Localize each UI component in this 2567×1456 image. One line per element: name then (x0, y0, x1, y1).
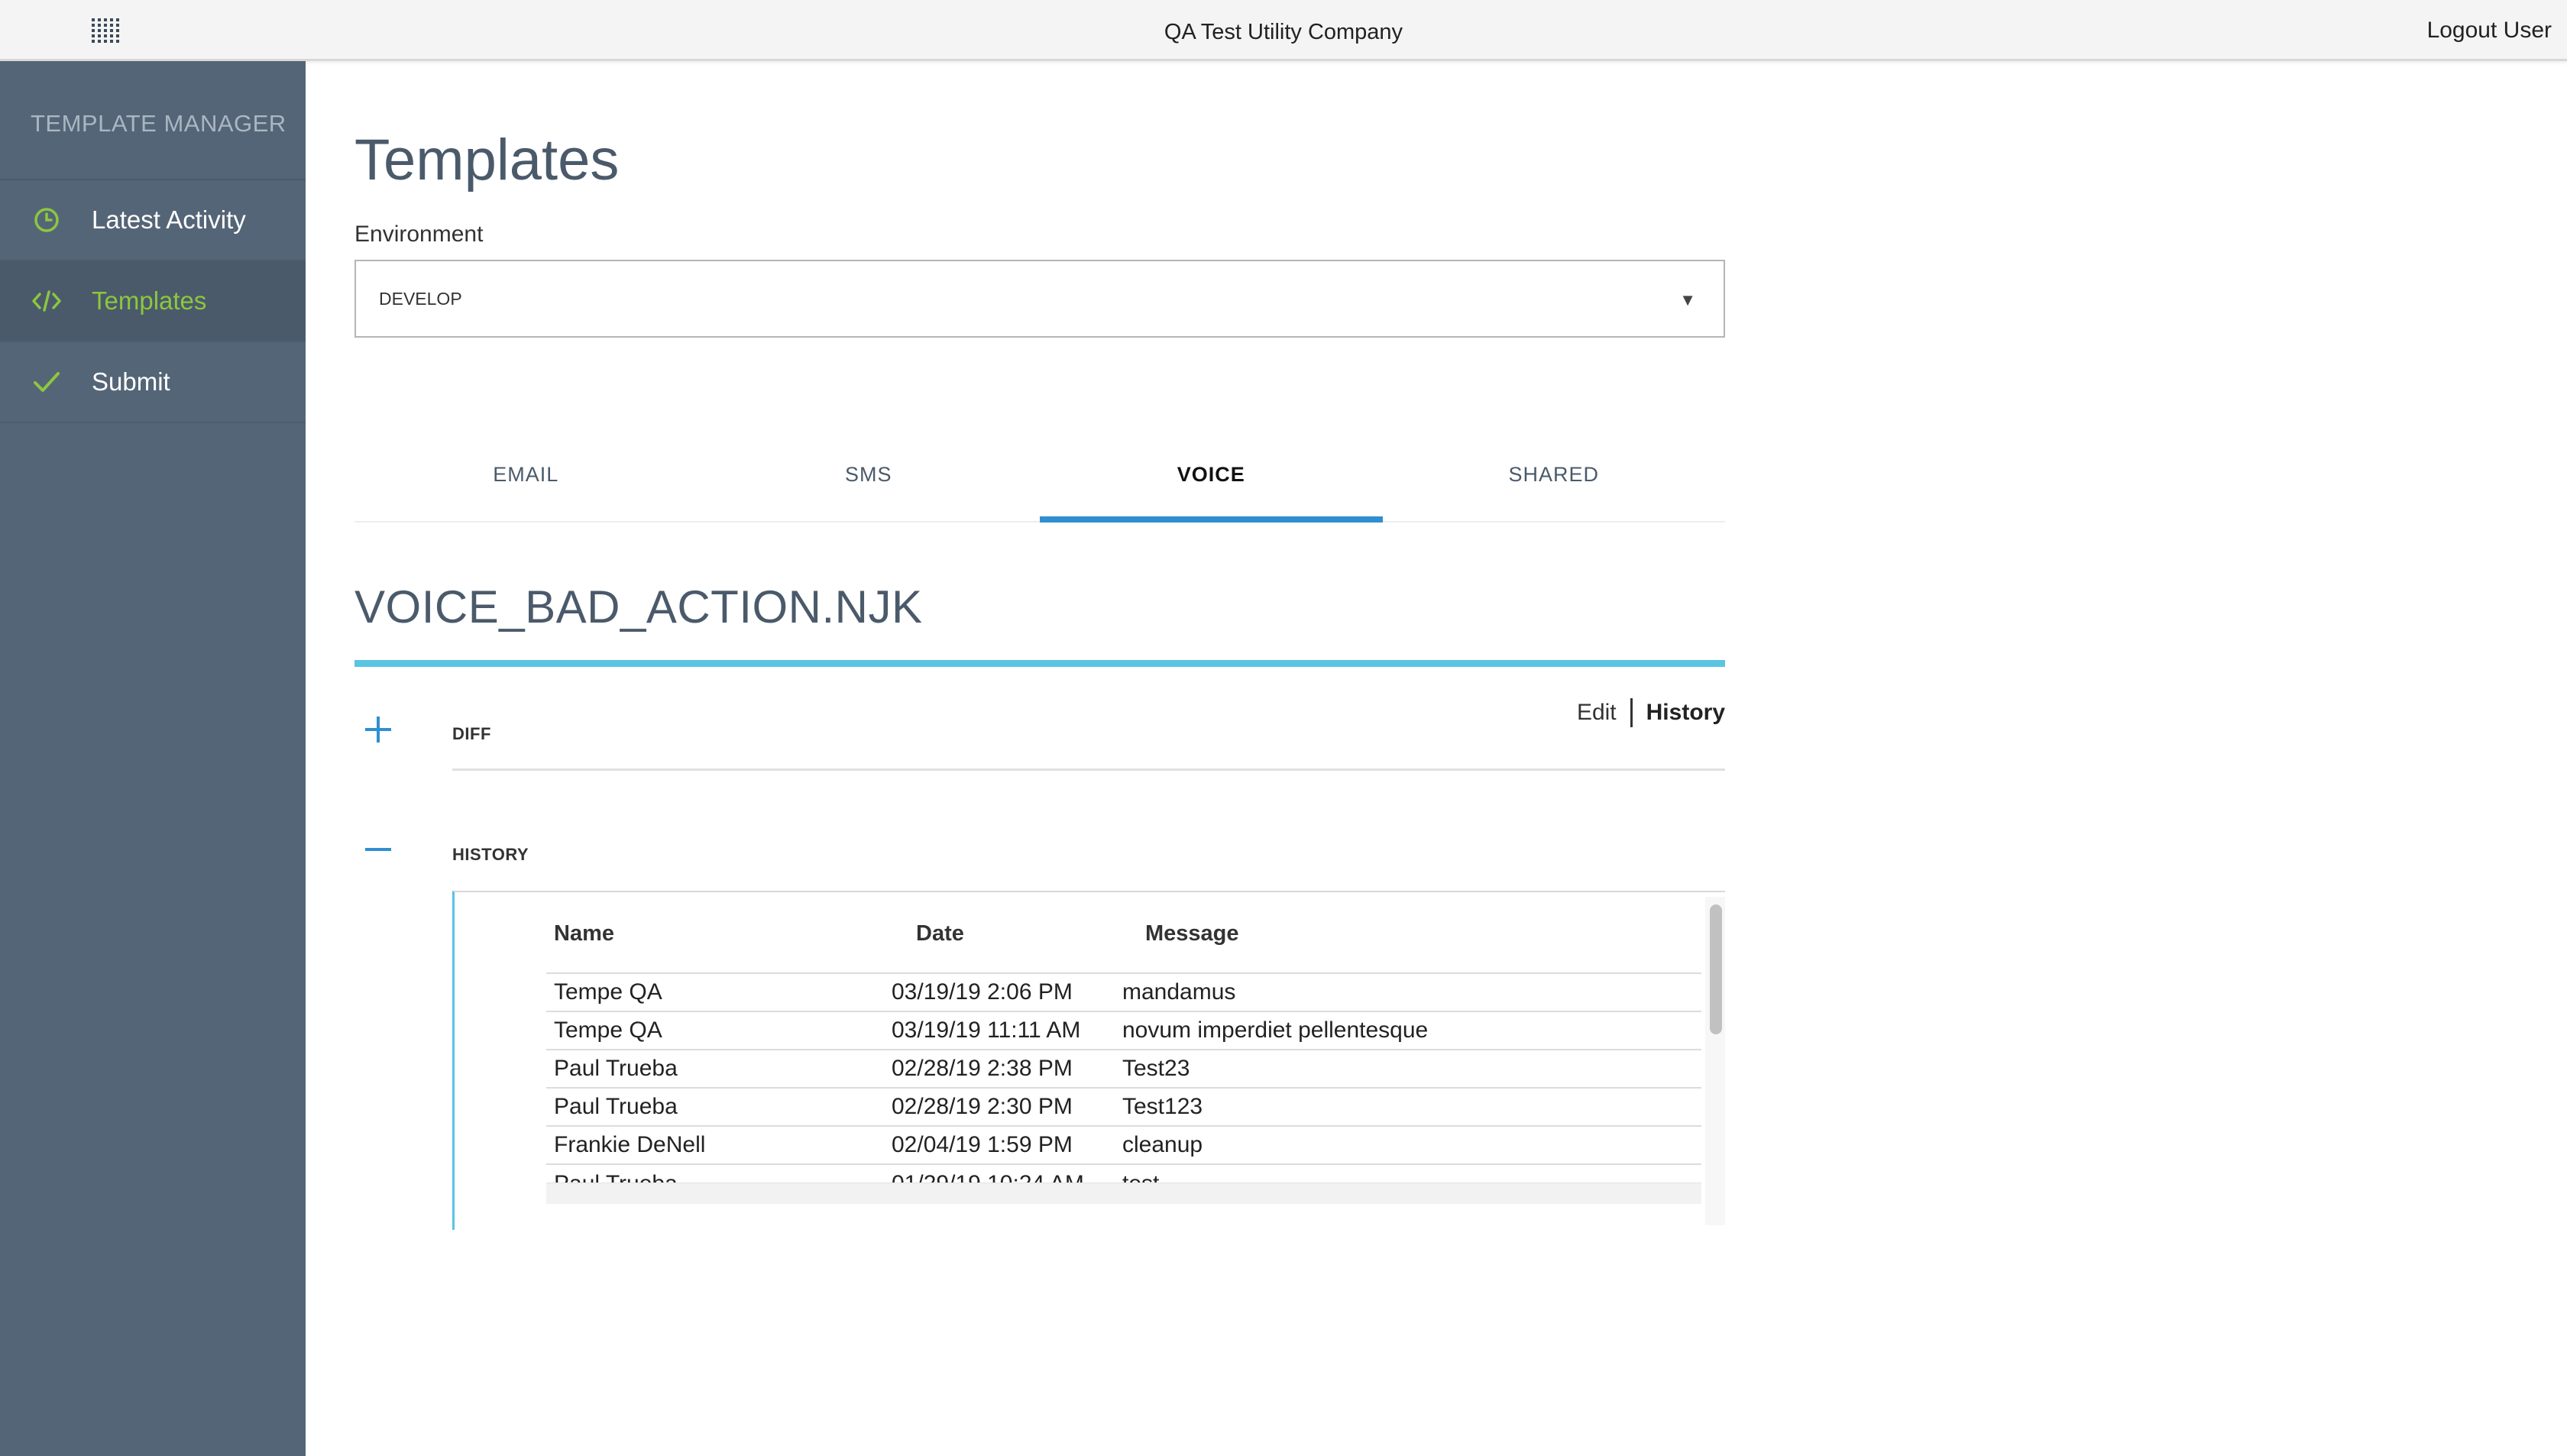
horizontal-scrollbar[interactable] (546, 1183, 1701, 1204)
environment-select[interactable]: DEVELOP ▼ (354, 260, 1725, 338)
row-date: 03/19/19 2:06 PM (892, 972, 1122, 1011)
history-table: Name Date Message Tempe QA 03/19/19 2:06… (546, 920, 1701, 1202)
row-message: cleanup (1122, 1125, 1701, 1164)
sidebar-item-label: Templates (92, 286, 207, 315)
table-row[interactable]: Frankie DeNell 02/04/19 1:59 PM cleanup (546, 1125, 1701, 1164)
row-message: mandamus (1122, 972, 1701, 1011)
code-icon (32, 286, 61, 315)
page-title: Templates (354, 128, 620, 193)
clock-icon (32, 205, 61, 235)
tab-voice[interactable]: VOICE (1040, 428, 1383, 523)
row-name: Tempe QA (546, 1011, 892, 1050)
row-message: Test23 (1122, 1049, 1701, 1088)
history-table-header: Name Date Message (546, 920, 1701, 973)
edit-link[interactable]: Edit (1577, 700, 1630, 726)
template-type-tabs: EMAIL SMS VOICE SHARED (354, 428, 1725, 523)
template-heading-rule (354, 660, 1725, 667)
vertical-scrollbar-thumb[interactable] (1710, 904, 1722, 1034)
row-message: novum imperdiet pellentesque (1122, 1011, 1701, 1050)
row-name: Paul Trueba (546, 1087, 892, 1126)
table-row[interactable]: Paul Trueba 02/28/19 2:30 PM Test123 (546, 1087, 1701, 1126)
checkmark-icon (32, 367, 61, 396)
sidebar-item-latest-activity[interactable]: Latest Activity (0, 180, 306, 261)
column-header-name[interactable]: Name (546, 920, 892, 973)
column-header-date[interactable]: Date (892, 920, 1122, 973)
collapse-history-minus-icon[interactable] (365, 836, 391, 862)
history-panel: Name Date Message Tempe QA 03/19/19 2:06… (452, 891, 1725, 1230)
environment-value: DEVELOP (379, 289, 462, 309)
top-bar: QA Test Utility Company Logout User (0, 0, 2567, 61)
tab-email[interactable]: EMAIL (354, 428, 698, 521)
table-row[interactable]: Tempe QA 03/19/19 2:06 PM mandamus (546, 972, 1701, 1011)
expand-diff-plus-icon[interactable] (365, 717, 391, 743)
row-date: 02/28/19 2:38 PM (892, 1049, 1122, 1088)
sidebar-item-submit[interactable]: Submit (0, 342, 306, 423)
tab-sms[interactable]: SMS (698, 428, 1041, 521)
history-section-label: HISTORY (452, 845, 529, 864)
view-links: Edit History (1577, 698, 1725, 727)
template-name-heading: VOICE_BAD_ACTION.NJK (354, 581, 923, 633)
history-link[interactable]: History (1633, 700, 1725, 726)
row-name: Tempe QA (546, 972, 892, 1011)
column-header-message[interactable]: Message (1122, 920, 1701, 973)
row-date: 02/28/19 2:30 PM (892, 1087, 1122, 1126)
row-name: Frankie DeNell (546, 1125, 892, 1164)
sidebar-title: TEMPLATE MANAGER (0, 61, 306, 180)
diff-divider (452, 768, 1725, 771)
table-row[interactable]: Tempe QA 03/19/19 11:11 AM novum imperdi… (546, 1011, 1701, 1050)
sidebar-item-label: Submit (92, 367, 170, 396)
row-date: 03/19/19 11:11 AM (892, 1011, 1122, 1050)
table-row[interactable]: Paul Trueba 02/28/19 2:38 PM Test23 (546, 1049, 1701, 1088)
row-date: 02/04/19 1:59 PM (892, 1125, 1122, 1164)
sidebar-item-label: Latest Activity (92, 205, 246, 234)
company-name: QA Test Utility Company (1164, 20, 1403, 44)
row-message: Test123 (1122, 1087, 1701, 1126)
row-name: Paul Trueba (546, 1049, 892, 1088)
sidebar: TEMPLATE MANAGER Latest Activity Templat… (0, 61, 306, 1456)
sidebar-item-templates[interactable]: Templates (0, 261, 306, 342)
logout-button[interactable]: Logout User (2427, 18, 2552, 44)
diff-section-label: DIFF (452, 724, 491, 743)
caret-down-icon: ▼ (1679, 290, 1696, 309)
tab-shared[interactable]: SHARED (1383, 428, 1726, 521)
environment-label: Environment (354, 222, 484, 247)
